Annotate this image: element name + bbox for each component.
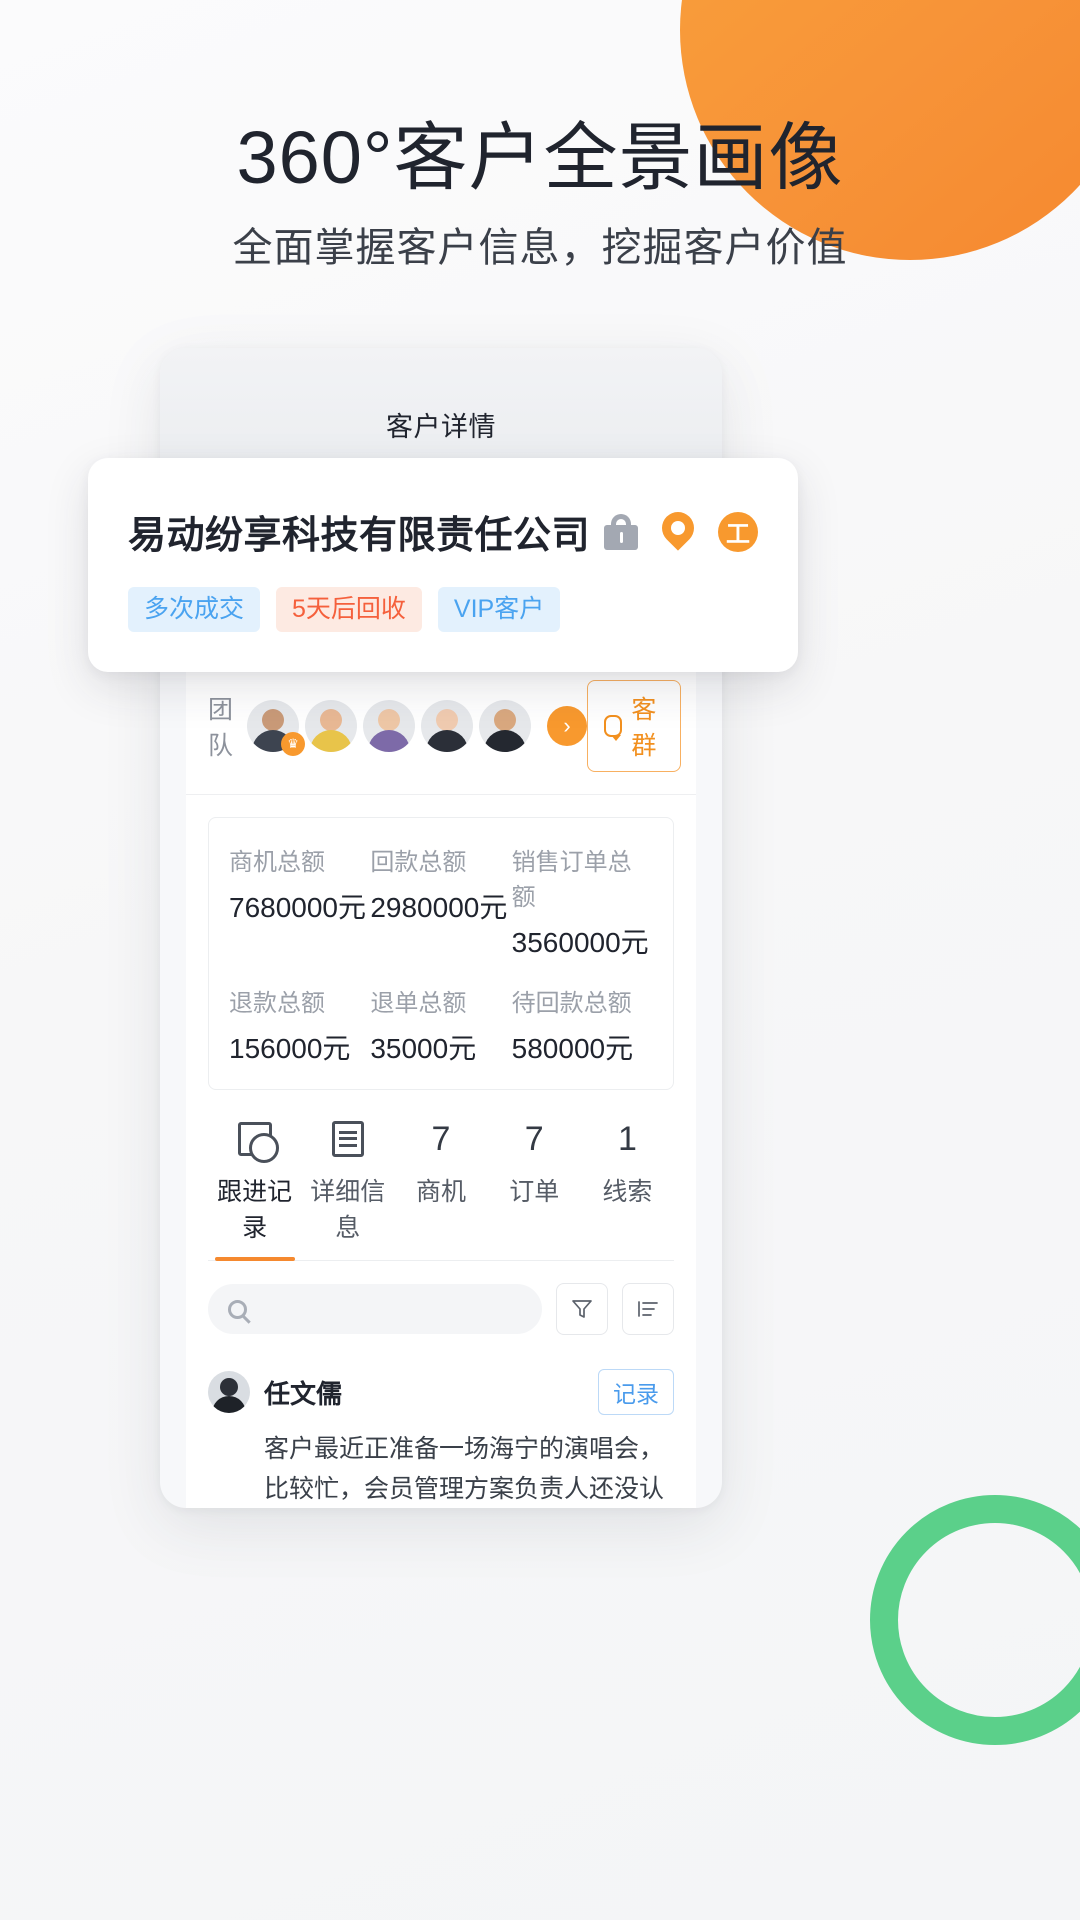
avatar-image — [305, 700, 357, 752]
list-detail-icon — [301, 1116, 394, 1162]
tab-label: 订单 — [509, 1178, 560, 1206]
avatar-body — [426, 730, 469, 752]
stat-label: 回款总额 — [370, 849, 467, 876]
nav-title: 客户详情 — [386, 412, 496, 442]
tab-count: 7 — [524, 1120, 544, 1158]
avatar-image — [421, 700, 473, 752]
tag-vip-customer[interactable]: VIP客户 — [437, 587, 561, 633]
tab-details[interactable]: 详细信息 — [301, 1116, 394, 1260]
customer-group-label: 客群 — [631, 696, 657, 760]
company-summary-card[interactable]: 易动纷享科技有限责任公司 工 多次成交 5天后回收 VIP客户 — [88, 458, 798, 673]
tab-count-wrap: 7 — [488, 1116, 581, 1162]
stat-value: 2980000元 — [370, 892, 508, 923]
filter-button[interactable] — [556, 1283, 608, 1335]
chat-bubble-icon — [604, 715, 623, 741]
stat-label: 待回款总额 — [511, 990, 632, 1017]
location-pin-icon[interactable] — [655, 504, 701, 552]
avatar-head — [494, 709, 517, 731]
feed-item[interactable]: 任文儒 记录 客户最近正准备一场海宁的演唱会，比较忙，会员管理方案负责人还没认真… — [208, 1353, 674, 1508]
customer-group-button[interactable]: 客群 — [587, 680, 682, 772]
avatar-head — [320, 709, 343, 731]
tab-label: 线索 — [602, 1178, 653, 1206]
stat-value: 3560000元 — [511, 927, 649, 958]
tab-count: 7 — [431, 1120, 451, 1158]
stat-cell[interactable]: 回款总额 2980000元 — [370, 842, 511, 961]
phone-screen: 团队 ♛ › 客群 商机总额 7680000元 回款总额 2980000元 销售… — [186, 656, 696, 1508]
avatar-image — [479, 700, 531, 752]
feed-type-badge[interactable]: 记录 — [598, 1369, 674, 1415]
tab-count-wrap: 1 — [581, 1116, 674, 1162]
avatar-head — [378, 709, 401, 731]
page-root: 360°客户全景画像 全面掌握客户信息，挖掘客户价值 客户详情 团队 ♛ › 客… — [0, 0, 1080, 1920]
feed-item-header: 任文儒 记录 — [208, 1369, 674, 1415]
stat-value: 580000元 — [511, 1033, 634, 1064]
stat-value: 35000元 — [370, 1033, 477, 1064]
stat-cell[interactable]: 销售订单总额 3560000元 — [512, 842, 653, 961]
stat-label: 退单总额 — [370, 990, 467, 1017]
tab-leads[interactable]: 1 线索 — [581, 1116, 674, 1260]
avatar[interactable] — [305, 700, 358, 752]
tab-count: 1 — [617, 1120, 637, 1158]
avatar[interactable] — [363, 700, 416, 752]
stat-cell[interactable]: 商机总额 7680000元 — [229, 842, 370, 961]
stats-grid: 商机总额 7680000元 回款总额 2980000元 销售订单总额 35600… — [229, 842, 653, 1067]
avatar-body — [484, 730, 527, 752]
stat-label: 销售订单总额 — [511, 849, 632, 911]
search-toolbar — [186, 1261, 696, 1353]
clock-record-icon — [208, 1116, 301, 1163]
tag-recycle-countdown[interactable]: 5天后回收 — [276, 587, 422, 633]
lock-icon[interactable] — [604, 513, 638, 550]
company-header-row: 易动纷享科技有限责任公司 工 — [128, 504, 758, 559]
avatar[interactable] — [421, 700, 474, 752]
tab-opportunities[interactable]: 7 商机 — [394, 1116, 487, 1260]
avatar-head — [436, 709, 459, 731]
avatar-body — [310, 730, 353, 752]
stat-cell[interactable]: 待回款总额 580000元 — [512, 983, 653, 1067]
stat-cell[interactable]: 退单总额 35000元 — [370, 983, 511, 1067]
team-more-chevron-icon[interactable]: › — [547, 706, 588, 746]
tab-bar: 跟进记录 详细信息 7 商机 7 订单 1 线索 — [208, 1116, 674, 1261]
company-icon-group: 工 — [604, 504, 758, 552]
feed-author: 任文儒 — [264, 1378, 343, 1409]
tab-label: 跟进记录 — [217, 1178, 293, 1242]
avatar[interactable] — [479, 700, 532, 752]
feed-body-text: 客户最近正准备一场海宁的演唱会，比较忙，会员管理方案负责人还没认真看，内部还没有… — [264, 1435, 665, 1503]
team-avatar-list[interactable]: ♛ › — [247, 700, 588, 756]
team-label: 团队 — [208, 696, 234, 760]
page-title: 360°客户全景画像 — [236, 116, 844, 199]
phone-navbar: 客户详情 — [160, 348, 722, 460]
tab-orders[interactable]: 7 订单 — [488, 1116, 581, 1260]
stat-label: 商机总额 — [229, 849, 325, 876]
avatar[interactable]: ♛ — [247, 700, 306, 756]
tab-label: 商机 — [416, 1178, 467, 1206]
team-row: 团队 ♛ › 客群 — [186, 656, 696, 795]
avatar-image — [363, 700, 415, 752]
crown-badge-icon: ♛ — [281, 732, 306, 756]
hero-section: 360°客户全景画像 全面掌握客户信息，挖掘客户价值 — [0, 118, 1080, 272]
avatar-head — [262, 709, 285, 731]
decorative-green-ring — [870, 1495, 1080, 1745]
stat-cell[interactable]: 退款总额 156000元 — [229, 983, 370, 1067]
tab-label: 详细信息 — [310, 1178, 386, 1242]
sort-button[interactable] — [622, 1283, 674, 1335]
stat-label: 退款总额 — [229, 990, 325, 1017]
tab-follow-records[interactable]: 跟进记录 — [208, 1116, 301, 1260]
activity-feed: 任文儒 记录 客户最近正准备一场海宁的演唱会，比较忙，会员管理方案负责人还没认真… — [186, 1353, 696, 1508]
page-subtitle: 全面掌握客户信息，挖掘客户价值 — [232, 225, 848, 270]
search-icon — [228, 1299, 247, 1319]
stat-value: 156000元 — [229, 1033, 351, 1064]
avatar[interactable] — [208, 1371, 250, 1413]
tag-repeat-deal[interactable]: 多次成交 — [128, 587, 261, 633]
company-name: 易动纷享科技有限责任公司 — [128, 515, 591, 557]
stats-panel: 商机总额 7680000元 回款总额 2980000元 销售订单总额 35600… — [208, 817, 674, 1090]
search-input[interactable] — [208, 1284, 542, 1334]
avatar-body — [368, 730, 411, 752]
company-tag-list: 多次成交 5天后回收 VIP客户 — [128, 587, 758, 633]
industry-icon[interactable]: 工 — [718, 511, 758, 552]
tab-count-wrap: 7 — [394, 1116, 487, 1162]
stat-value: 7680000元 — [229, 892, 367, 923]
